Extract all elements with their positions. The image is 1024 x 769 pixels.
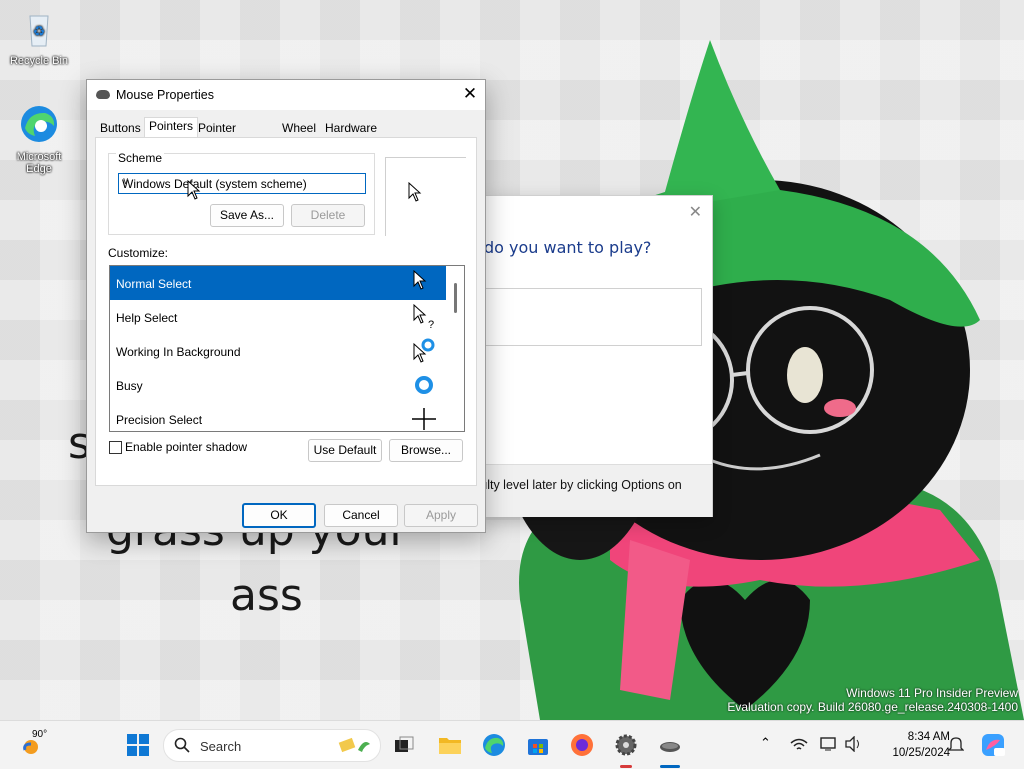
notification-bell-icon[interactable] xyxy=(948,736,964,754)
scrollbar-thumb[interactable] xyxy=(454,283,457,313)
customize-label: Customize: xyxy=(108,246,169,260)
list-item-label: Precision Select xyxy=(116,413,203,427)
working-cursor-icon xyxy=(413,338,435,363)
mouse-properties-taskbar-icon[interactable] xyxy=(658,733,682,757)
arrow-cursor-icon xyxy=(413,270,427,290)
list-item[interactable]: Busy xyxy=(110,368,446,402)
svg-text:♻: ♻ xyxy=(33,23,46,39)
desktop-icon-edge[interactable]: Microsoft Edge xyxy=(7,104,71,175)
tab-hardware[interactable]: Hardware xyxy=(321,120,381,137)
file-explorer-icon[interactable] xyxy=(438,733,462,757)
taskbar: 90° Search ⌃ 8:34 AM 10/25/2024 xyxy=(0,720,1024,769)
chevron-down-icon: ∨ xyxy=(122,176,130,187)
volume-icon[interactable] xyxy=(845,736,863,752)
list-item[interactable]: Precision Select xyxy=(110,402,446,431)
delete-button[interactable]: Delete xyxy=(291,204,365,227)
game-dialog-question: do you want to play? xyxy=(484,238,652,257)
settings-icon[interactable] xyxy=(614,733,638,757)
svg-text:?: ? xyxy=(428,319,434,330)
scheme-dropdown[interactable]: Windows Default (system scheme) ∨ xyxy=(118,173,366,194)
enable-pointer-shadow-label: Enable pointer shadow xyxy=(125,440,248,454)
desktop-icon-recycle-bin[interactable]: ♻ Recycle Bin xyxy=(7,8,71,67)
search-highlight-icon xyxy=(338,737,370,753)
list-item[interactable]: Normal Select xyxy=(110,266,446,300)
tab-wheel[interactable]: Wheel xyxy=(278,120,320,137)
enable-pointer-shadow-checkbox[interactable] xyxy=(109,441,122,454)
weather-temp: 90° xyxy=(32,729,48,740)
copilot-icon[interactable] xyxy=(980,732,1006,758)
recycle-bin-icon: ♻ xyxy=(29,15,49,47)
list-item-label: Working In Background xyxy=(116,345,241,359)
network-icon[interactable] xyxy=(790,737,808,753)
cursor-list[interactable]: Normal Select Help Select ? Working In B… xyxy=(109,265,465,432)
list-item-label: Normal Select xyxy=(116,277,192,291)
close-button[interactable]: ✕ xyxy=(455,80,485,110)
list-item[interactable]: Working In Background xyxy=(110,334,446,368)
dialog-title: Mouse Properties xyxy=(116,88,214,102)
taskbar-clock[interactable]: 8:34 AM 10/25/2024 xyxy=(892,729,950,761)
store-icon[interactable] xyxy=(526,733,550,757)
tab-buttons[interactable]: Buttons xyxy=(96,120,145,137)
weather-widget[interactable]: 90° xyxy=(20,729,60,761)
busy-cursor-icon xyxy=(415,376,433,394)
save-as-button[interactable]: Save As... xyxy=(210,204,284,227)
list-item-label: Help Select xyxy=(116,311,178,325)
wallpaper-text-3: ass xyxy=(230,570,303,621)
watermark-line-1: Windows 11 Pro Insider Preview xyxy=(846,686,1018,700)
mouse-pointer-icon xyxy=(187,180,201,200)
mouse-icon xyxy=(96,90,110,99)
edge-icon[interactable] xyxy=(482,733,506,757)
list-item[interactable]: Help Select ? xyxy=(110,300,446,334)
taskbar-search[interactable]: Search xyxy=(163,729,381,762)
cancel-button[interactable]: Cancel xyxy=(324,504,398,527)
pointers-panel: Scheme Windows Default (system scheme) ∨… xyxy=(95,137,477,486)
display-icon[interactable] xyxy=(820,736,838,752)
browse-button[interactable]: Browse... xyxy=(389,439,463,462)
search-placeholder: Search xyxy=(200,739,242,754)
mouse-properties-dialog: Mouse Properties ✕ Buttons Pointers Poin… xyxy=(86,79,486,533)
game-dialog-option-box[interactable] xyxy=(484,288,702,346)
build-watermark: Windows 11 Pro Insider Preview Evaluatio… xyxy=(727,686,1018,714)
game-dialog-hint: culty level later by clicking Options on xyxy=(474,478,682,492)
watermark-line-2: Evaluation copy. Build 26080.ge_release.… xyxy=(727,700,1018,714)
use-default-button[interactable]: Use Default xyxy=(308,439,382,462)
crosshair-cursor-icon xyxy=(412,408,436,430)
close-icon[interactable]: ✕ xyxy=(689,202,702,222)
list-scrollbar[interactable] xyxy=(448,266,464,431)
firefox-icon[interactable] xyxy=(570,733,594,757)
tab-pointer-options[interactable]: Pointer Options xyxy=(194,120,243,151)
task-view-icon[interactable] xyxy=(392,733,416,757)
desktop-icon-label: Microsoft Edge xyxy=(16,151,62,175)
clock-time: 8:34 AM xyxy=(907,731,950,743)
clock-date: 10/25/2024 xyxy=(892,747,950,759)
apply-button[interactable]: Apply xyxy=(404,504,478,527)
start-icon[interactable] xyxy=(126,733,150,757)
ok-button[interactable]: OK xyxy=(242,503,316,528)
arrow-cursor-icon xyxy=(408,182,422,202)
cursor-preview xyxy=(385,157,466,236)
dialog-titlebar[interactable]: Mouse Properties ✕ xyxy=(87,80,485,110)
edge-icon xyxy=(21,106,57,142)
tab-pointers[interactable]: Pointers xyxy=(144,117,199,139)
list-item-label: Busy xyxy=(116,379,143,393)
search-icon xyxy=(174,737,190,753)
help-cursor-icon: ? xyxy=(413,304,434,330)
scheme-label: Scheme xyxy=(116,151,165,165)
chevron-up-icon[interactable]: ⌃ xyxy=(760,735,771,751)
game-difficulty-dialog: ✕ do you want to play? culty level later… xyxy=(474,196,712,517)
desktop-icon-label: Recycle Bin xyxy=(9,55,69,67)
